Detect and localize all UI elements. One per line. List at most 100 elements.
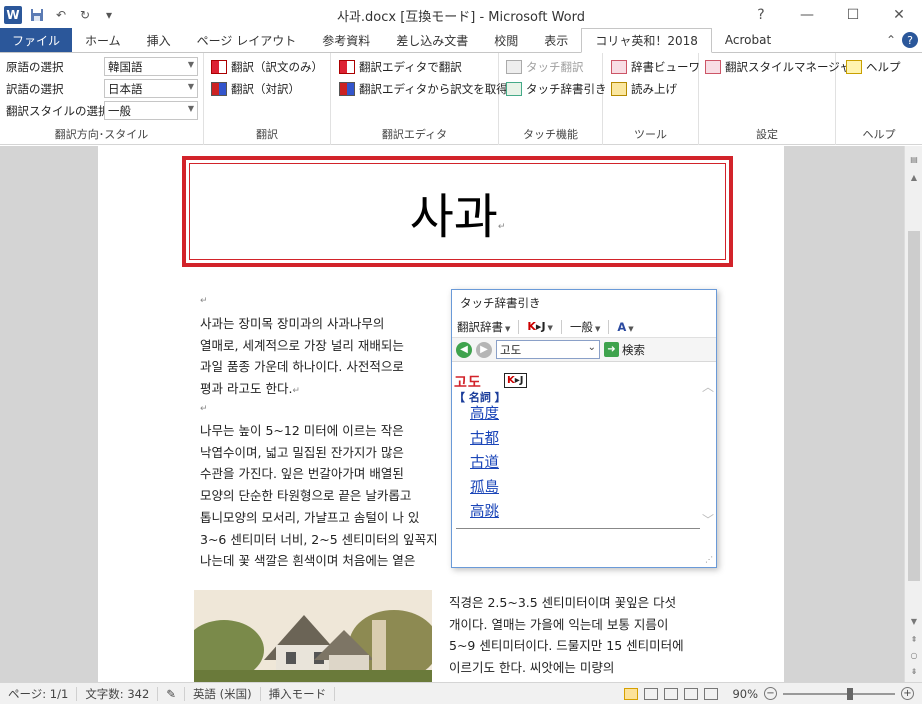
popup-style-select[interactable]: 一般 ▼ [570,319,600,335]
touch-dictionary-button[interactable]: タッチ辞書引き [506,79,607,99]
maximize-button[interactable]: ☐ [830,0,876,29]
scroll-down-icon[interactable]: ▼ [907,614,921,628]
paragraph-2[interactable]: 나무는 높이 5~12 미터에 이르는 작은 낙엽수이며, 넓고 밀집된 잔가지… [200,420,438,572]
help-button[interactable]: ヘルプ [846,57,901,77]
paragraph-3[interactable]: 직경은 2.5~3.5 센티미터이며 꽃잎은 다섯 개이다. 열매는 가을에 익… [449,592,684,679]
forward-arrow-icon[interactable]: ▶ [476,341,492,358]
zoom-in-icon[interactable]: + [901,687,914,700]
touch-translate-button[interactable]: タッチ翻訳 [506,57,584,77]
chevron-down-icon: ▼ [187,82,194,91]
insert-mode[interactable]: 挿入モード [261,686,336,701]
paragraph-1[interactable]: 사과는 장미목 장미과의 사과나무의 열매로, 세계적으로 가장 널리 재배되는… [200,313,404,403]
search-button[interactable]: ➜ 検索 [604,342,645,358]
translate-only-button[interactable]: 翻訳（訳文のみ） [211,57,323,77]
scroll-up-icon[interactable]: ▲ [907,170,921,184]
chevron-down-icon: ▼ [547,324,553,332]
full-screen-icon[interactable] [644,687,659,700]
translate-parallel-button[interactable]: 翻訳（対訳） [211,79,300,99]
proofing-icon[interactable]: ✎ [158,686,185,701]
tab-review[interactable]: 校閲 [481,28,531,52]
editor-translate-label: 翻訳エディタで翻訳 [359,60,462,74]
browse-object-icon[interactable]: ○ [907,648,921,662]
sense-link[interactable]: 古都 [470,427,499,452]
tab-korya[interactable]: コリャ英和！2018 [581,28,712,53]
outline-icon[interactable] [684,687,699,700]
editor-icon [339,60,355,74]
help-circle-icon[interactable]: ? [902,32,918,48]
minimize-button[interactable]: — [784,0,830,29]
font-size-icon[interactable]: A ▼ [617,320,633,334]
zoom-out-icon[interactable]: − [764,687,777,700]
back-arrow-icon[interactable]: ◀ [456,341,472,358]
editor-translate-button[interactable]: 翻訳エディタで翻訳 [339,57,462,77]
ruler-toggle-icon[interactable]: ▤ [907,152,921,166]
redo-icon[interactable]: ↻ [76,6,94,24]
resize-grip-icon[interactable]: ⋰ [705,555,713,564]
read-aloud-button[interactable]: 読み上げ [611,79,677,99]
touch-dictionary-popup[interactable]: タッチ辞書引き 翻訳辞書 ▼ K▸J ▼ 一般 ▼ A ▼ ◀ ▶ 고도 ⌄ ➜ 検索 고도… [451,289,717,568]
save-icon[interactable] [28,6,46,24]
text-line: 사과는 장미목 장미과의 사과나무의 [200,316,385,331]
text-line: 5~9 센티미터이다. 드물지만 15 센티미터에 [449,638,684,654]
document-title[interactable]: 사과 [410,177,498,247]
tab-page-layout[interactable]: ページ レイアウト [184,28,310,52]
dictionary-select[interactable]: 翻訳辞書 ▼ [457,319,510,335]
dictionary-viewer-button[interactable]: 辞書ビューワ [611,57,700,77]
tab-home[interactable]: ホーム [72,28,134,52]
vertical-scrollbar[interactable]: ▤ ▲ ▼ ⇞ ○ ⇟ [904,146,922,682]
sense-link[interactable]: 孤島 [470,476,499,501]
close-button[interactable]: ✕ [876,0,922,29]
scroll-up-icon[interactable]: ︿ [702,378,714,395]
direction-select[interactable]: K▸J ▼ [527,320,553,333]
sense-link[interactable]: 高度 [470,402,499,427]
tab-references[interactable]: 参考資料 [309,28,383,52]
group-label-editor: 翻訳エディタ [381,128,448,141]
source-lang-select[interactable]: 韓国語 ▼ [104,57,198,76]
search-go-icon: ➜ [604,342,619,357]
help-book-icon [846,60,862,74]
tab-view[interactable]: 表示 [531,28,581,52]
tab-file[interactable]: ファイル [0,28,73,52]
ribbon-collapse-icon[interactable]: ⌃ [886,33,896,47]
sense-list: 高度 古都 古道 孤島 高跳 [470,402,499,525]
draft-icon[interactable] [704,687,719,700]
search-input[interactable]: 고도 ⌄ [496,340,600,359]
scrollbar-thumb[interactable] [908,231,920,581]
chevron-down-icon: ▼ [594,324,601,333]
status-bar: ページ: 1/1 文字数: 342 ✎ 英語 (米国) 挿入モード 90% − … [0,682,922,704]
zoom-slider[interactable] [783,687,895,700]
next-page-icon[interactable]: ⇟ [907,664,921,678]
translate-parallel-label: 翻訳（対訳） [231,82,300,96]
page-count[interactable]: ページ: 1/1 [0,686,78,701]
chevron-down-icon: ▼ [187,60,194,69]
group-editor: 翻訳エディタで翻訳 翻訳エディタから訳文を取得 翻訳エディタ [331,53,508,145]
undo-icon[interactable]: ↶ [52,6,70,24]
prev-page-icon[interactable]: ⇞ [907,632,921,646]
source-lang-label: 原語の選択 [6,60,64,74]
tab-mailings[interactable]: 差し込み文書 [383,28,481,52]
style-select[interactable]: 一般 ▼ [104,101,198,120]
group-translate: 翻訳（訳文のみ） 翻訳（対訳） 翻訳 [204,53,331,145]
editor-fetch-button[interactable]: 翻訳エディタから訳文を取得 [339,79,508,99]
language-indicator[interactable]: 英語 (米国) [185,686,261,701]
group-label-help: ヘルプ [862,128,896,141]
tab-insert[interactable]: 挿入 [134,28,184,52]
word-count[interactable]: 文字数: 342 [77,686,159,701]
customize-qat-icon[interactable]: ▾ [100,6,118,24]
text-line: 과일 품종 가운데 하나이다. 사전적으로 [200,359,404,375]
sense-link[interactable]: 高跳 [470,500,499,525]
style-manager-button[interactable]: 翻訳スタイルマネージャ [705,57,851,77]
chevron-down-icon: ▼ [187,104,194,113]
house-image[interactable] [194,590,432,682]
help-icon[interactable]: ? [738,0,784,29]
zoom-knob[interactable] [846,687,853,700]
print-layout-icon[interactable] [624,687,639,700]
sense-link[interactable]: 古道 [470,451,499,476]
tab-acrobat[interactable]: Acrobat [712,28,784,52]
word-logo-icon[interactable]: W [4,5,22,24]
web-layout-icon[interactable] [664,687,679,700]
target-lang-select[interactable]: 日本語 ▼ [104,79,198,98]
zoom-level[interactable]: 90% [732,687,758,701]
popup-scrollbar[interactable]: ︿ ﹀ [702,378,714,528]
scroll-down-icon[interactable]: ﹀ [702,511,714,528]
